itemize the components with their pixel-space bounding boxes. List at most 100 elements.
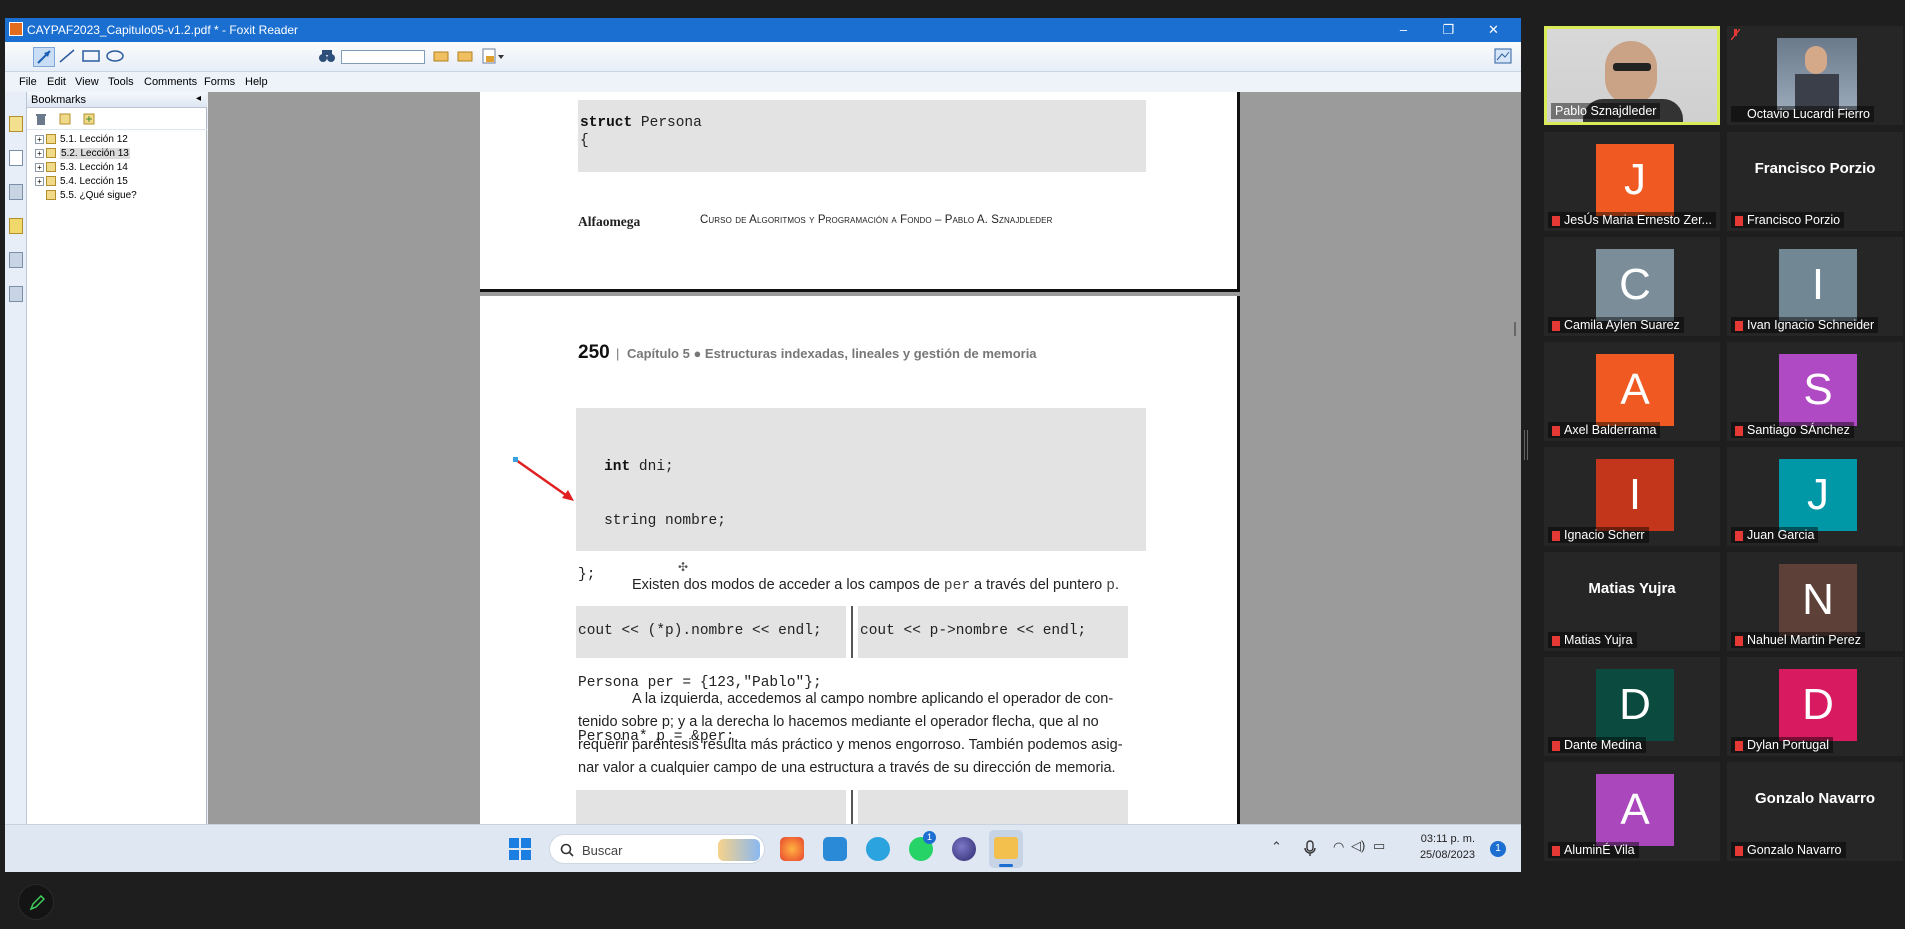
toolbar — [5, 42, 1521, 72]
bookmark-item[interactable]: +5.4. Lección 15 — [35, 176, 128, 190]
fit-page-icon[interactable] — [1493, 47, 1515, 67]
clock-time[interactable]: 03:11 p. m. — [1413, 833, 1475, 845]
menu-comments[interactable]: Comments — [144, 76, 197, 88]
paragraph-access-modes: Existen dos modos de acceder a los campo… — [632, 577, 1119, 594]
avatar: N — [1779, 564, 1857, 636]
participant-tile[interactable]: I Ignacio Scherr — [1544, 447, 1720, 546]
paragraph-explanation: A la izquierda, accedemos al campo nombr… — [578, 691, 1123, 776]
bookmark-item[interactable]: +5.1. Lección 12 — [35, 134, 128, 148]
muted-mic-icon — [1735, 426, 1743, 436]
maximize-button[interactable]: ❐ — [1426, 18, 1471, 42]
search-icon — [560, 843, 574, 857]
find-options-icon[interactable] — [481, 47, 504, 67]
participant-tile[interactable]: J JesÚs Maria Ernesto Zer... — [1544, 132, 1720, 231]
clock-date[interactable]: 25/08/2023 — [1413, 849, 1475, 861]
red-arrow-annotation[interactable] — [512, 456, 582, 506]
add-child-bookmark-icon[interactable] — [83, 112, 95, 125]
muted-mic-icon — [1735, 846, 1743, 856]
participant-name: Gonzalo Navarro — [1731, 842, 1846, 858]
avatar: D — [1779, 669, 1857, 741]
expand-icon[interactable]: + — [35, 176, 44, 186]
bookmark-item-selected[interactable]: +5.2. Lección 13 — [35, 148, 130, 162]
participant-display-name: Gonzalo Navarro — [1754, 790, 1876, 807]
participant-tile[interactable]: C Camila Aylen Suarez — [1544, 237, 1720, 336]
participant-tile[interactable]: Matias Yujra Matias Yujra — [1544, 552, 1720, 651]
bookmark-item[interactable]: +5.3. Lección 14 — [35, 162, 128, 176]
bookmarks-title: Bookmarks — [31, 94, 87, 106]
annotate-button[interactable] — [18, 884, 54, 920]
scrollbar-thumb[interactable] — [1514, 322, 1516, 336]
participant-tile-active-speaker[interactable]: Pablo Sznajdleder — [1544, 26, 1720, 125]
rectangle-tool-icon[interactable] — [81, 47, 103, 67]
participant-tile[interactable]: A AluminÉ Vila — [1544, 762, 1720, 861]
collapse-panel-icon[interactable]: ◂ — [196, 93, 201, 104]
footer-course: Curso de Algoritmos y Programación a Fon… — [700, 214, 1053, 226]
comments-panel-icon[interactable] — [9, 218, 23, 234]
participant-tile[interactable]: Gonzalo Navarro Gonzalo Navarro — [1727, 762, 1903, 861]
participant-tile[interactable]: N Nahuel Martin Perez — [1727, 552, 1903, 651]
delete-bookmark-icon[interactable] — [35, 112, 47, 125]
chevron-up-icon[interactable]: ⌃ — [1271, 839, 1282, 855]
close-button[interactable]: ✕ — [1471, 18, 1516, 42]
avatar: S — [1779, 354, 1857, 426]
bookmarks-tools — [27, 108, 207, 130]
participant-tile[interactable]: D Dante Medina — [1544, 657, 1720, 756]
minimize-button[interactable]: – — [1381, 18, 1426, 42]
participant-name: Santiago SÁnchez — [1731, 422, 1854, 438]
wifi-icon[interactable]: ◠ — [1333, 839, 1344, 855]
eclipse-icon[interactable] — [952, 837, 976, 861]
menu-tools[interactable]: Tools — [108, 76, 134, 88]
add-bookmark-icon[interactable] — [59, 112, 71, 125]
expand-icon[interactable]: + — [35, 162, 44, 172]
layers-panel-icon[interactable] — [9, 184, 23, 200]
bookmark-item[interactable]: 5.5. ¿Qué sigue? — [35, 190, 137, 204]
menu-file[interactable]: File — [19, 76, 37, 88]
pages-panel-icon[interactable] — [9, 150, 23, 166]
menu-view[interactable]: View — [75, 76, 99, 88]
find-previous-icon[interactable] — [431, 47, 453, 67]
remote-desktop-icon[interactable] — [823, 837, 847, 861]
document-view[interactable]: struct Persona { Alfaomega Curso de Algo… — [208, 92, 1521, 856]
line-tool-icon[interactable] — [57, 47, 79, 67]
find-binoculars-icon[interactable] — [317, 47, 339, 67]
menu-edit[interactable]: Edit — [47, 76, 66, 88]
menu-help[interactable]: Help — [245, 76, 268, 88]
expand-icon[interactable]: + — [35, 148, 44, 158]
signatures-panel-icon[interactable] — [9, 286, 23, 302]
participant-tile[interactable]: J Juan Garcia — [1727, 447, 1903, 546]
participant-name: Axel Balderrama — [1548, 422, 1661, 438]
participant-name: Dylan Portugal — [1731, 737, 1833, 753]
participant-tile[interactable]: Octavio Lucardi Fierro — [1727, 26, 1903, 125]
panel-splitter-handle[interactable] — [1524, 430, 1528, 460]
microphone-icon[interactable] — [1303, 840, 1317, 858]
oval-tool-icon[interactable] — [105, 47, 127, 67]
menu-forms[interactable]: Forms — [204, 76, 235, 88]
bookmarks-panel-icon[interactable] — [9, 116, 23, 132]
battery-icon[interactable]: ▭ — [1373, 838, 1385, 854]
expand-icon[interactable]: + — [35, 134, 44, 144]
find-next-icon[interactable] — [455, 47, 477, 67]
participant-tile[interactable]: D Dylan Portugal — [1727, 657, 1903, 756]
volume-icon[interactable]: ◁) — [1351, 838, 1365, 854]
firefox-icon[interactable] — [780, 837, 804, 861]
pdf-page-249: struct Persona { Alfaomega Curso de Algo… — [480, 92, 1240, 292]
find-input[interactable] — [341, 50, 425, 64]
participant-tile[interactable]: I Ivan Ignacio Schneider — [1727, 237, 1903, 336]
foxit-taskbar-button[interactable] — [989, 830, 1023, 868]
attachments-panel-icon[interactable] — [9, 252, 23, 268]
participant-tile[interactable]: A Axel Balderrama — [1544, 342, 1720, 441]
telegram-icon[interactable] — [866, 837, 890, 861]
bookmark-icon — [46, 162, 56, 173]
avatar: A — [1596, 354, 1674, 426]
pdf-page-250: 250 | Capítulo 5 ● Estructuras indexadas… — [480, 296, 1240, 856]
notification-badge[interactable]: 1 — [1490, 841, 1506, 857]
participant-tile[interactable]: S Santiago SÁnchez — [1727, 342, 1903, 441]
participant-tile[interactable]: Francisco Porzio Francisco Porzio — [1727, 132, 1903, 231]
navigation-panel-strip — [5, 92, 27, 824]
windows-start-icon[interactable] — [509, 838, 531, 860]
taskbar-search[interactable]: Buscar — [549, 834, 765, 864]
footer-publisher: Alfaomega — [578, 214, 641, 229]
avatar: D — [1596, 669, 1674, 741]
select-arrow-tool-icon[interactable] — [33, 47, 55, 67]
participant-name: Camila Aylen Suarez — [1548, 317, 1684, 333]
